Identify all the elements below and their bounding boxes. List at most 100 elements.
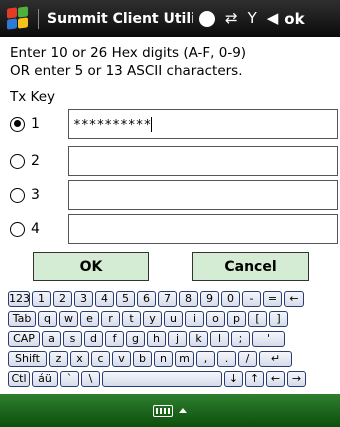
text-caret (151, 117, 153, 132)
key-row4-9-.[interactable]: . (217, 351, 236, 367)
key-row5-0-Ctl[interactable]: Ctl (8, 371, 30, 387)
key-row4-5-b[interactable]: b (133, 351, 152, 367)
signal-icon[interactable]: Y (248, 11, 257, 26)
key-row5-2-60[interactable]: ` (60, 371, 79, 387)
key-3-input[interactable] (68, 180, 338, 210)
key-1-radio[interactable] (10, 116, 25, 132)
key-row2-9-o[interactable]: o (206, 311, 225, 327)
key-row2-2-w[interactable]: w (59, 311, 78, 327)
key-row4-11-E286B5[interactable]: ↵ (259, 351, 292, 367)
key-row2-0-Tab[interactable]: Tab (8, 311, 36, 327)
key-row3-5-g[interactable]: g (126, 331, 145, 347)
key-row4-2-x[interactable]: x (70, 351, 89, 367)
key-row4-8-2C[interactable]: , (196, 351, 215, 367)
key-row5-6-E28691[interactable]: ↑ (245, 371, 264, 387)
key-2-label: 2 (31, 153, 40, 169)
key-row1-11--[interactable]: - (242, 291, 261, 307)
keyboard-row2: Tab q w e r t y u i o p[] (8, 311, 332, 328)
key-row4-0-Shift[interactable]: Shift (8, 351, 47, 367)
keyboard-row5: Ctl áü ` \ ↓ ↑ ← → (8, 371, 332, 388)
key-4-label: 4 (31, 221, 40, 237)
key-row1-1-1[interactable]: 1 (32, 291, 51, 307)
key-row-4: 4 (10, 213, 338, 245)
app-title: Summit Client Utili (47, 10, 193, 27)
key-3-radio[interactable] (10, 187, 25, 203)
key-row-1: 1 ********** (10, 108, 338, 140)
key-row1-10-0[interactable]: 0 (221, 291, 240, 307)
key-row-3: 3 (10, 179, 338, 211)
key-row3-11-'[interactable]: ' (252, 331, 285, 347)
key-row4-4-v[interactable]: v (112, 351, 131, 367)
key-row1-9-9[interactable]: 9 (200, 291, 219, 307)
key-row3-9-l[interactable]: l (210, 331, 229, 347)
key-row5-4-space[interactable] (102, 371, 222, 387)
connection-icon[interactable]: ⇄ (225, 11, 238, 26)
key-row1-13-E28690[interactable]: ← (284, 291, 304, 307)
key-row4-7-m[interactable]: m (175, 351, 194, 367)
key-row3-2-s[interactable]: s (63, 331, 82, 347)
key-3-label: 3 (31, 187, 40, 203)
key-row4-6-n[interactable]: n (154, 351, 173, 367)
key-row5-5-E28693[interactable]: ↓ (224, 371, 243, 387)
key-row2-10-p[interactable]: p (227, 311, 246, 327)
cancel-button[interactable]: Cancel (192, 252, 309, 281)
windows-start-icon[interactable] (6, 5, 30, 31)
key-row1-12-3D[interactable]: = (263, 291, 282, 307)
ok-button[interactable]: OK (33, 252, 149, 281)
keyboard-row4: Shift z x c v b n m,. / ↵ (8, 351, 332, 368)
tx-key-label: Tx Key (10, 89, 56, 105)
key-row5-7-E28690[interactable]: ← (266, 371, 285, 387)
title-separator (38, 8, 39, 29)
title-ok-button[interactable]: ok (284, 10, 304, 28)
key-row3-10-3B[interactable]: ; (231, 331, 250, 347)
key-row5-1-C3A1C3BC[interactable]: áü (32, 371, 58, 387)
key-row2-11-5B[interactable]: [ (248, 311, 267, 327)
key-row4-3-c[interactable]: c (91, 351, 110, 367)
key-2-input[interactable] (68, 146, 338, 176)
key-row1-8-8[interactable]: 8 (179, 291, 198, 307)
input-panel-toggle-icon[interactable] (179, 408, 187, 413)
key-row1-7-7[interactable]: 7 (158, 291, 177, 307)
key-row3-4-f[interactable]: f (105, 331, 124, 347)
key-row4-10-2F[interactable]: / (238, 351, 257, 367)
key-1-value: ********** (73, 118, 152, 133)
volume-icon[interactable]: ◀ (267, 11, 279, 26)
key-row1-5-5[interactable]: 5 (116, 291, 135, 307)
key-row2-7-u[interactable]: u (164, 311, 183, 327)
key-2-radio[interactable] (10, 153, 25, 169)
keyboard-row1: 123 1 2 3 4 5 6 7 8 9 0- = ← (8, 291, 332, 308)
key-row3-8-k[interactable]: k (189, 331, 208, 347)
key-row1-0-123[interactable]: 123 (8, 291, 30, 307)
status-circle-icon[interactable] (199, 10, 215, 27)
key-row-2: 2 (10, 145, 338, 177)
key-row2-4-r[interactable]: r (101, 311, 120, 327)
keyboard-icon[interactable] (153, 404, 173, 417)
instruction-line-1: Enter 10 or 26 Hex digits (A-F, 0-9) (10, 45, 247, 61)
key-row5-3-5C[interactable]: \ (81, 371, 100, 387)
key-4-radio[interactable] (10, 221, 25, 237)
key-row3-6-h[interactable]: h (147, 331, 166, 347)
key-row2-3-e[interactable]: e (80, 311, 99, 327)
key-row2-8-i[interactable]: i (185, 311, 204, 327)
soft-keyboard: 123 1 2 3 4 5 6 7 8 9 0- = ← Tab q w e r t y u i o p[] CAP a s d f g h… (0, 287, 340, 394)
key-row3-7-j[interactable]: j (168, 331, 187, 347)
key-row2-1-q[interactable]: q (38, 311, 57, 327)
key-1-input[interactable]: ********** (68, 109, 338, 139)
key-1-label: 1 (31, 116, 40, 132)
key-row1-3-3[interactable]: 3 (74, 291, 93, 307)
key-row3-0-CAP[interactable]: CAP (8, 331, 40, 347)
key-row3-1-a[interactable]: a (42, 331, 61, 347)
key-row3-3-d[interactable]: d (84, 331, 103, 347)
key-row2-5-t[interactable]: t (122, 311, 141, 327)
key-row1-4-4[interactable]: 4 (95, 291, 114, 307)
instructions: Enter 10 or 26 Hex digits (A-F, 0-9) OR … (10, 44, 246, 80)
key-4-input[interactable] (68, 214, 338, 244)
key-row1-2-2[interactable]: 2 (53, 291, 72, 307)
key-row4-1-z[interactable]: z (49, 351, 68, 367)
key-row2-12-5D[interactable]: ] (269, 311, 288, 327)
bottom-bar (0, 394, 340, 427)
key-row5-8-E28692[interactable]: → (287, 371, 306, 387)
key-row1-6-6[interactable]: 6 (137, 291, 156, 307)
key-row2-6-y[interactable]: y (143, 311, 162, 327)
keyboard-row3: CAP a s d f g h j k l; ' (8, 331, 332, 348)
